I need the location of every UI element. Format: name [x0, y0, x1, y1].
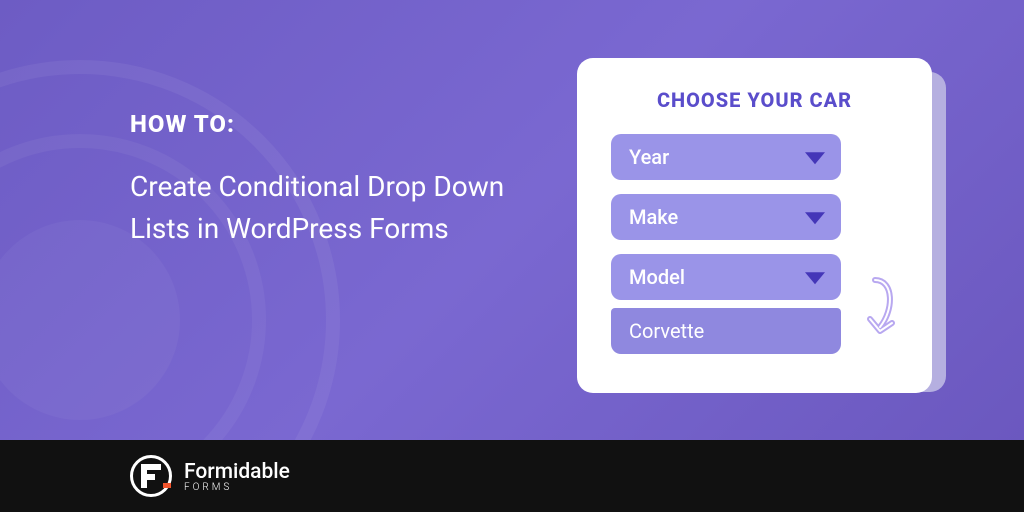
- card-title: CHOOSE YOUR CAR: [611, 88, 898, 112]
- dropdown-model[interactable]: Model: [611, 254, 841, 300]
- brand-text: Formidable FORMS: [184, 460, 290, 493]
- brand-logo-icon: [130, 455, 172, 497]
- form-card: CHOOSE YOUR CAR Year Make Model Corvette: [577, 58, 932, 393]
- kicker: HOW TO:: [130, 110, 530, 138]
- caret-down-icon: [805, 212, 825, 224]
- dropdown-make[interactable]: Make: [611, 194, 841, 240]
- title: Create Conditional Drop Down Lists in Wo…: [130, 166, 530, 250]
- option-label: Corvette: [629, 319, 704, 343]
- dropdown-label: Make: [629, 205, 678, 229]
- dropdown-label: Model: [629, 265, 685, 289]
- caret-down-icon: [805, 272, 825, 284]
- dropdown-year[interactable]: Year: [611, 134, 841, 180]
- footer: Formidable FORMS: [0, 440, 1024, 512]
- dropdown-label: Year: [629, 145, 669, 169]
- brand-main: Formidable: [184, 460, 290, 484]
- curved-arrow-icon: [852, 275, 898, 345]
- hero-banner: HOW TO: Create Conditional Drop Down Lis…: [0, 0, 1024, 440]
- caret-down-icon: [805, 152, 825, 164]
- dropdown-option[interactable]: Corvette: [611, 308, 841, 354]
- headline-block: HOW TO: Create Conditional Drop Down Lis…: [130, 110, 530, 250]
